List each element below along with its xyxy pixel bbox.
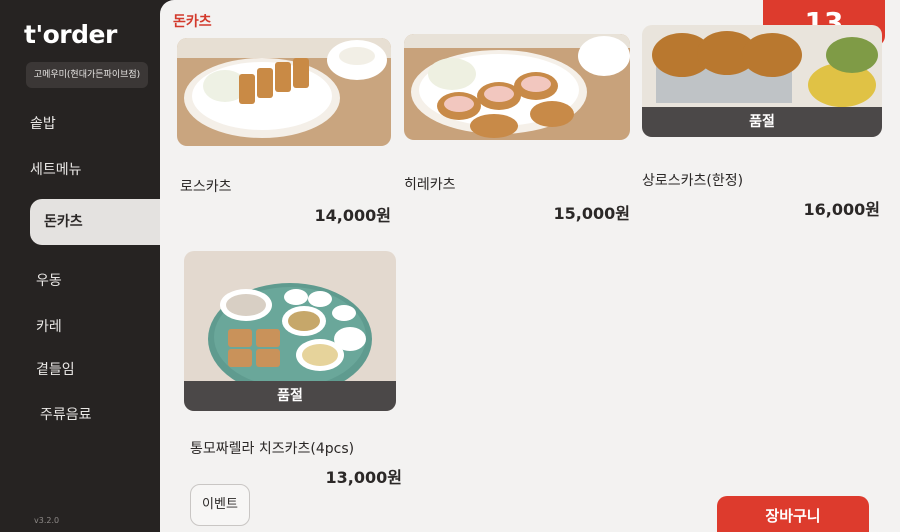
torder-logo: t'order [24, 20, 117, 49]
sangroskatsu-image: 품절 [642, 25, 882, 137]
menu-card-sangroskatsu[interactable]: 품절 상로스카츠(한정) 16,000원 [642, 25, 882, 219]
event-button[interactable]: 이벤트 [190, 484, 250, 526]
sidebar-item-donkatsu[interactable]: 돈카츠 [30, 199, 180, 245]
menu-item-price: 13,000원 [325, 468, 402, 487]
menu-item-name: 통모짜렐라 치즈카츠(4pcs) [190, 441, 355, 457]
sidebar-item-set-menu[interactable]: 세트메뉴 [30, 159, 82, 179]
menu-item-price: 16,000원 [803, 200, 880, 219]
sold-out-overlay: 품절 [184, 381, 396, 411]
sidebar-item-curry[interactable]: 카레 [36, 316, 62, 336]
menu-item-price: 14,000원 [314, 206, 391, 225]
sidebar-item-sotbap[interactable]: 솥밥 [30, 113, 56, 133]
menu-item-name: 히레카츠 [404, 177, 456, 193]
sidebar-item-sides[interactable]: 곁들임 [36, 359, 75, 379]
roskatsu-image [177, 38, 391, 146]
sidebar: t'order 고메우미(현대가든파이브점) 솥밥 세트메뉴 돈카츠 우동 카레… [0, 0, 180, 532]
menu-card-roskatsu[interactable]: 로스카츠 14,000원 [177, 38, 391, 228]
sold-out-overlay: 품절 [642, 107, 882, 137]
category-title: 돈카츠 [173, 14, 212, 30]
sidebar-item-drinks[interactable]: 주류음료 [40, 404, 92, 424]
sidebar-item-udon[interactable]: 우동 [36, 270, 62, 290]
menu-item-name: 로스카츠 [180, 179, 232, 195]
menu-panel: 돈카츠 13 로스카츠 14,000원 히레카츠 15,000원 품절 상로스카… [160, 0, 900, 532]
menu-card-hirekatsu[interactable]: 히레카츠 15,000원 [404, 34, 632, 224]
cheesekatsu-image: 품절 [184, 251, 396, 411]
store-name-badge: 고메우미(현대가든파이브점) [26, 62, 148, 88]
cart-button[interactable]: 장바구니 [717, 496, 869, 532]
menu-item-price: 15,000원 [553, 204, 630, 223]
menu-item-name: 상로스카츠(한정) [642, 173, 744, 189]
app-version: v3.2.0 [34, 516, 60, 525]
hirekatsu-image [404, 34, 630, 140]
menu-card-mozzarella-cheesekatsu[interactable]: 품절 통모짜렐라 치즈카츠(4pcs) 13,000원 [184, 251, 408, 491]
